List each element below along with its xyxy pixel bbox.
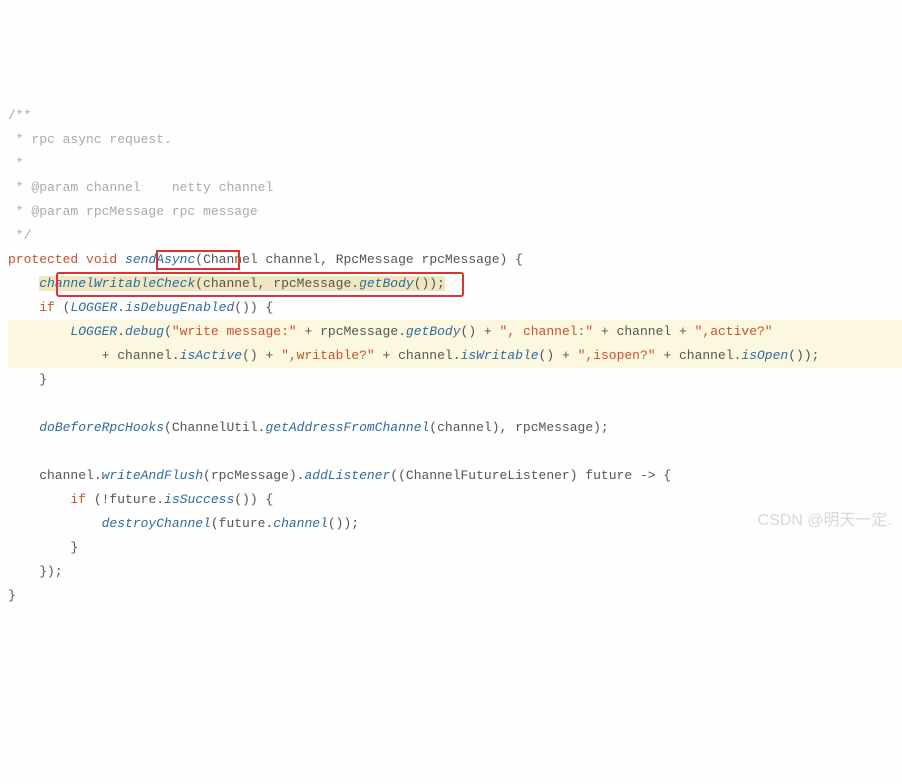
code-line: doBeforeRpcHooks(ChannelUtil.getAddressF…: [8, 416, 902, 440]
code-line: });: [8, 560, 902, 584]
method-name-sendAsync: sendAsync: [125, 252, 195, 267]
code-line-highlight: LOGGER.debug("write message:" + rpcMessa…: [8, 320, 902, 344]
code-line: channelWritableCheck(channel, rpcMessage…: [8, 272, 902, 296]
code-line: [8, 392, 902, 416]
code-line: if (LOGGER.isDebugEnabled()) {: [8, 296, 902, 320]
code-line: }: [8, 536, 902, 560]
method-signature: protected void sendAsync(Channel channel…: [8, 248, 902, 272]
comment-line: * @param channel netty channel: [8, 176, 902, 200]
code-line: }: [8, 584, 902, 608]
code-line: if (!future.isSuccess()) {: [8, 488, 902, 512]
comment-line: /**: [8, 104, 902, 128]
code-line-highlight: + channel.isActive() + ",writable?" + ch…: [8, 344, 902, 368]
comment-line: * rpc async request.: [8, 128, 902, 152]
comment-line: */: [8, 224, 902, 248]
comment-line: *: [8, 152, 902, 176]
code-line: [8, 440, 902, 464]
code-line: }: [8, 368, 902, 392]
code-block: /** * rpc async request. * * @param chan…: [8, 104, 902, 608]
code-line: channel.writeAndFlush(rpcMessage).addLis…: [8, 464, 902, 488]
comment-line: * @param rpcMessage rpc message: [8, 200, 902, 224]
code-line: destroyChannel(future.channel());: [8, 512, 902, 536]
method-channelWritableCheck: channelWritableCheck: [39, 276, 195, 291]
